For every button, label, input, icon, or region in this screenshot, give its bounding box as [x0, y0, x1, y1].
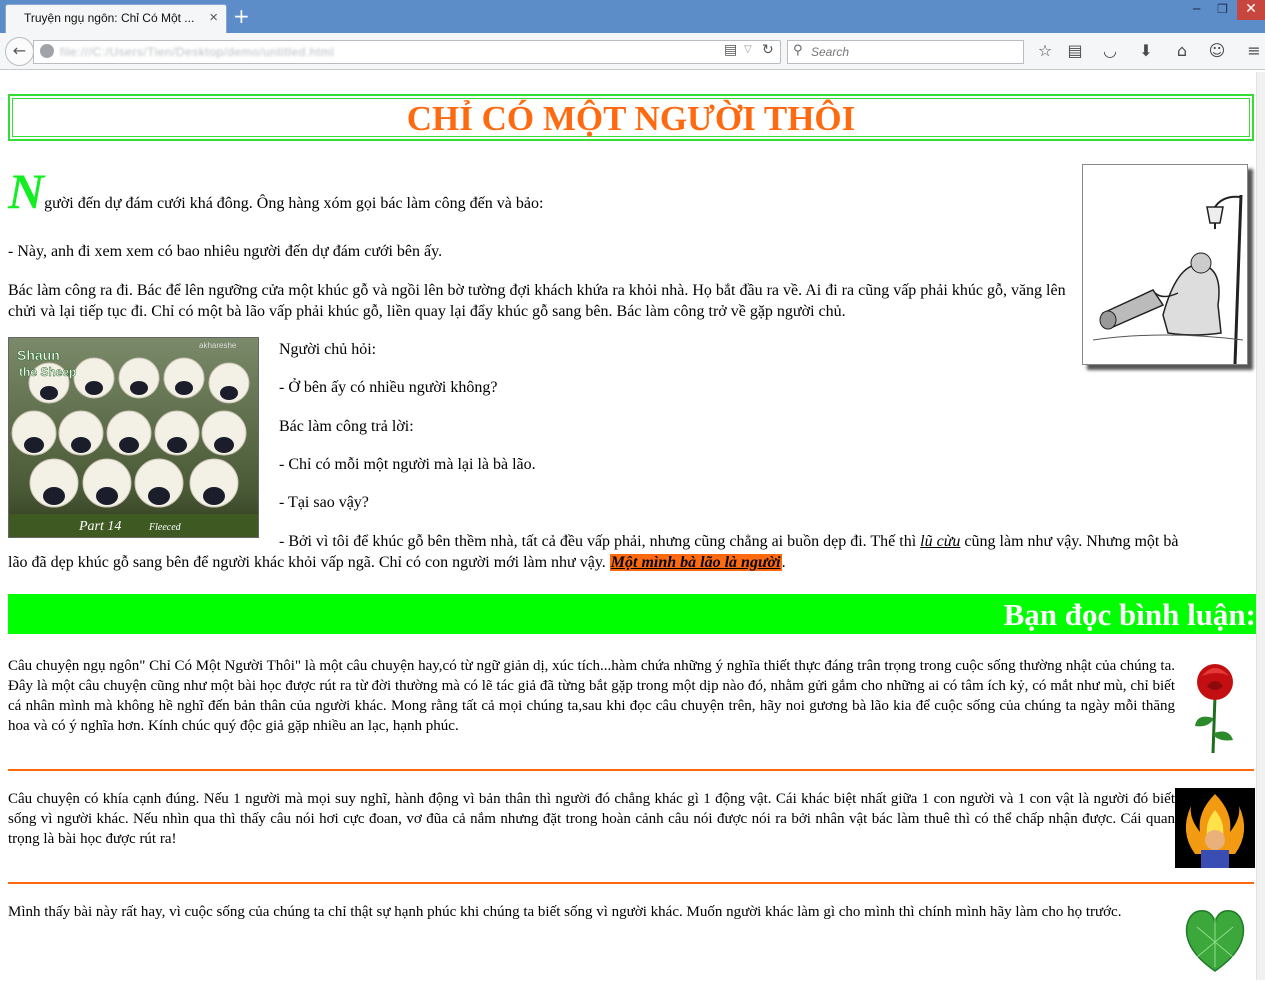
page-title: CHỈ CÓ MỘT NGƯỜI THÔI	[406, 99, 856, 138]
paragraph-2: - Này, anh đi xem xem có bao nhiêu người…	[8, 243, 443, 260]
browser-navbar: file:///C:/Users/Tien/Desktop/demo/untit…	[0, 33, 1265, 70]
watermark-text: akhareshe	[199, 341, 237, 350]
shaun-logo-text: Shaun	[17, 347, 60, 363]
moral-highlight: Một mình bà lão là người	[609, 554, 782, 571]
dialog-line-1: Người chủ hỏi:	[279, 341, 377, 358]
new-tab-icon[interactable]: +	[233, 4, 250, 28]
comment-3: Mình thấy bài này rất hay, vì cuộc sống …	[8, 904, 1122, 920]
comments-heading: Bạn đọc bình luận:	[8, 594, 1256, 634]
comment-separator	[8, 882, 1254, 884]
page-scrollbar[interactable]	[1256, 72, 1265, 980]
title-box: CHỈ CÓ MỘT NGƯỜI THÔI	[8, 94, 1254, 141]
sheep-link[interactable]: lũ cừu	[920, 533, 960, 550]
url-bar[interactable]: file:///C:/Users/Tien/Desktop/demo/untit…	[33, 40, 781, 64]
window-close-icon[interactable]: ✕	[1237, 0, 1265, 20]
pocket-icon[interactable]: ◡	[1099, 40, 1121, 62]
download-icon[interactable]: ⬇	[1135, 40, 1157, 62]
dialog-line-6-text-c: lão đã dẹp khúc gỗ sang bên để người khá…	[8, 554, 610, 571]
comment-1: Câu chuyện ngụ ngôn" Chỉ Có Một Người Th…	[8, 658, 1175, 734]
rose-icon	[1177, 658, 1253, 754]
part-label: Part 14	[78, 519, 121, 534]
title-inner-frame: CHỈ CÓ MỘT NGƯỜI THÔI	[12, 98, 1250, 138]
browser-titlebar: Truyện ngụ ngôn: Chỉ Có Một ... × + ─ ❐ …	[0, 0, 1265, 33]
star-icon[interactable]: ☆	[1034, 40, 1056, 62]
dialog-line-6: - Bởi vì tôi để khúc gỗ bên thềm nhà, tấ…	[279, 531, 1259, 552]
dialog-line-5: - Tại sao vậy?	[279, 494, 369, 511]
paragraph-1: Người đến dự đám cưới khá đông. Ông hàng…	[8, 166, 1068, 216]
shaun-the-sheep-image: Shaun the Sheep akhareshe Part 14 Fleece…	[8, 337, 259, 538]
dialog-line-6-continued: lão đã dẹp khúc gỗ sang bên để người khá…	[8, 552, 1254, 573]
chat-icon[interactable]: ☺	[1206, 40, 1228, 62]
fleeced-label: Fleeced	[148, 522, 182, 533]
dialog-line-3: Bác làm công trả lời:	[279, 418, 414, 435]
home-icon[interactable]: ⌂	[1171, 40, 1193, 62]
page-content: CHỈ CÓ MỘT NGƯỜI THÔI Người đến dự đám c…	[0, 71, 1256, 980]
green-heart-icon	[1177, 901, 1253, 979]
reload-icon[interactable]: ↻	[762, 42, 774, 58]
comment-separator	[8, 769, 1254, 771]
dialog-line-2: - Ở bên ấy có nhiều người không?	[279, 379, 498, 396]
the-sheep-logo-text: the Sheep	[19, 365, 76, 379]
tab-title: Truyện ngụ ngôn: Chỉ Có Một ...	[24, 11, 195, 25]
paragraph-1-text: gười đến dự đám cưới khá đông. Ông hàng …	[44, 195, 544, 212]
dialog-line-6-end: .	[781, 554, 786, 571]
minimize-icon[interactable]: ─	[1184, 0, 1209, 20]
reader-view-icon[interactable]: ▤	[724, 42, 737, 58]
paragraph-3: Bác làm công ra đi. Bác để lên ngưỡng cử…	[8, 282, 1066, 320]
search-placeholder: Search	[811, 45, 850, 59]
reading-list-icon[interactable]: ▤	[1064, 40, 1086, 62]
comment-2: Câu chuyện có khía cạnh đúng. Nếu 1 ngườ…	[8, 791, 1175, 847]
menu-icon[interactable]: ≡	[1243, 40, 1265, 62]
url-text: file:///C:/Users/Tien/Desktop/demo/untit…	[60, 45, 335, 59]
search-input[interactable]: ⚲ Search	[787, 40, 1024, 64]
fire-avatar-icon	[1175, 788, 1255, 868]
back-button[interactable]: ←	[5, 37, 34, 66]
dialog-line-6-text-b: cũng làm như vậy. Nhưng một bà	[960, 533, 1179, 550]
chevron-down-icon[interactable]: ▽	[744, 44, 752, 55]
dialog-line-4: - Chỉ có mỗi một người mà lại là bà lão.	[279, 456, 536, 473]
old-woman-illustration	[1082, 164, 1248, 365]
search-icon: ⚲	[793, 43, 803, 58]
browser-tab[interactable]: Truyện ngụ ngôn: Chỉ Có Một ... ×	[5, 4, 227, 33]
dialog-line-6-text-a: - Bởi vì tôi để khúc gỗ bên thềm nhà, tấ…	[279, 533, 921, 550]
dropcap: N	[8, 163, 45, 219]
globe-icon	[40, 44, 54, 58]
maximize-icon[interactable]: ❐	[1210, 0, 1235, 20]
tab-close-icon[interactable]: ×	[209, 5, 218, 31]
